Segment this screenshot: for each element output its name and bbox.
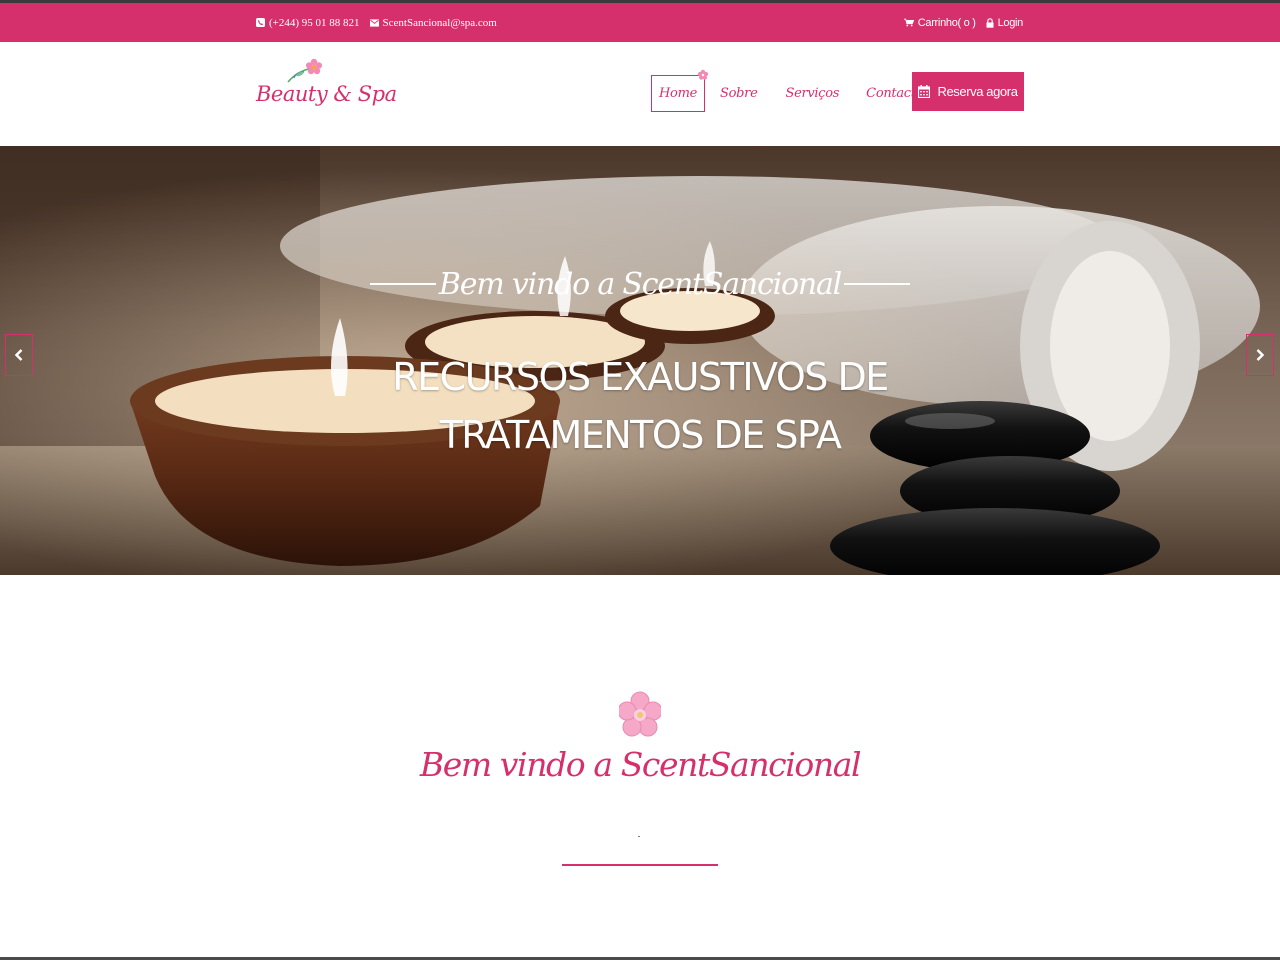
chevron-right-icon (1256, 349, 1264, 361)
hero-subtitle-text: Bem vindo a ScentSancional (438, 266, 842, 302)
hero-title-line1: RECURSOS EXAUSTIVOS DE (392, 355, 889, 399)
nav-servicos[interactable]: Serviços (785, 75, 839, 112)
phone-number: (+244) 95 01 88 821 (269, 16, 360, 29)
hero-title-line2: TRATAMENTOS DE SPA (439, 413, 842, 457)
hero-title: RECURSOS EXAUSTIVOS DE TRATAMENTOS DE SP… (340, 348, 940, 464)
site-header: Beauty & Spa Home Sobre Serviços Contact… (0, 42, 1280, 146)
flower-icon (697, 69, 709, 80)
cart-icon (903, 18, 914, 27)
welcome-section: Bem vindo a ScentSancional (0, 575, 1280, 960)
cart-label: Carrinho( o ) (917, 16, 976, 29)
hero-subtitle: Bem vindo a ScentSancional (370, 264, 910, 304)
subtitle-line-right (844, 283, 910, 285)
lock-icon (986, 17, 994, 28)
phone-icon (256, 18, 265, 27)
reserve-button[interactable]: Reserva agora (912, 72, 1024, 111)
welcome-title: Bem vindo a ScentSancional (419, 745, 862, 784)
logo-text: Beauty & Spa (256, 82, 397, 106)
login-label: Login (997, 16, 1024, 29)
nav-home[interactable]: Home (651, 69, 709, 112)
welcome-dot (638, 836, 640, 837)
hero-slider: Bem vindo a ScentSancional RECURSOS EXAU… (0, 146, 1280, 575)
calendar-icon (918, 85, 931, 98)
cart-link[interactable]: Carrinho( o ) (903, 16, 976, 29)
nav-servicos-label: Serviços (785, 86, 840, 101)
login-link[interactable]: Login (986, 17, 1023, 29)
nav-sobre-label: Sobre (720, 86, 758, 101)
email-address: ScentSancional@spa.com (382, 16, 497, 29)
contact-phone[interactable]: (+244) 95 01 88 821 (256, 17, 360, 29)
contact-email[interactable]: ScentSancional@spa.com (369, 16, 497, 29)
chevron-left-icon (15, 349, 23, 361)
nav-home-label: Home (659, 86, 697, 101)
logo[interactable]: Beauty & Spa (256, 56, 397, 116)
reserve-label: Reserva agora (937, 84, 1018, 99)
subtitle-line-left (370, 283, 436, 285)
top-bar: (+244) 95 01 88 821 ScentSancional@spa.c… (0, 3, 1280, 42)
nav-sobre[interactable]: Sobre (720, 75, 758, 112)
slider-next-button[interactable] (1246, 334, 1274, 376)
flower-icon (619, 691, 661, 737)
mail-icon (369, 18, 379, 27)
welcome-divider (562, 864, 718, 866)
slider-prev-button[interactable] (5, 334, 33, 376)
main-nav: Home Sobre Serviços Contactos (651, 69, 952, 112)
